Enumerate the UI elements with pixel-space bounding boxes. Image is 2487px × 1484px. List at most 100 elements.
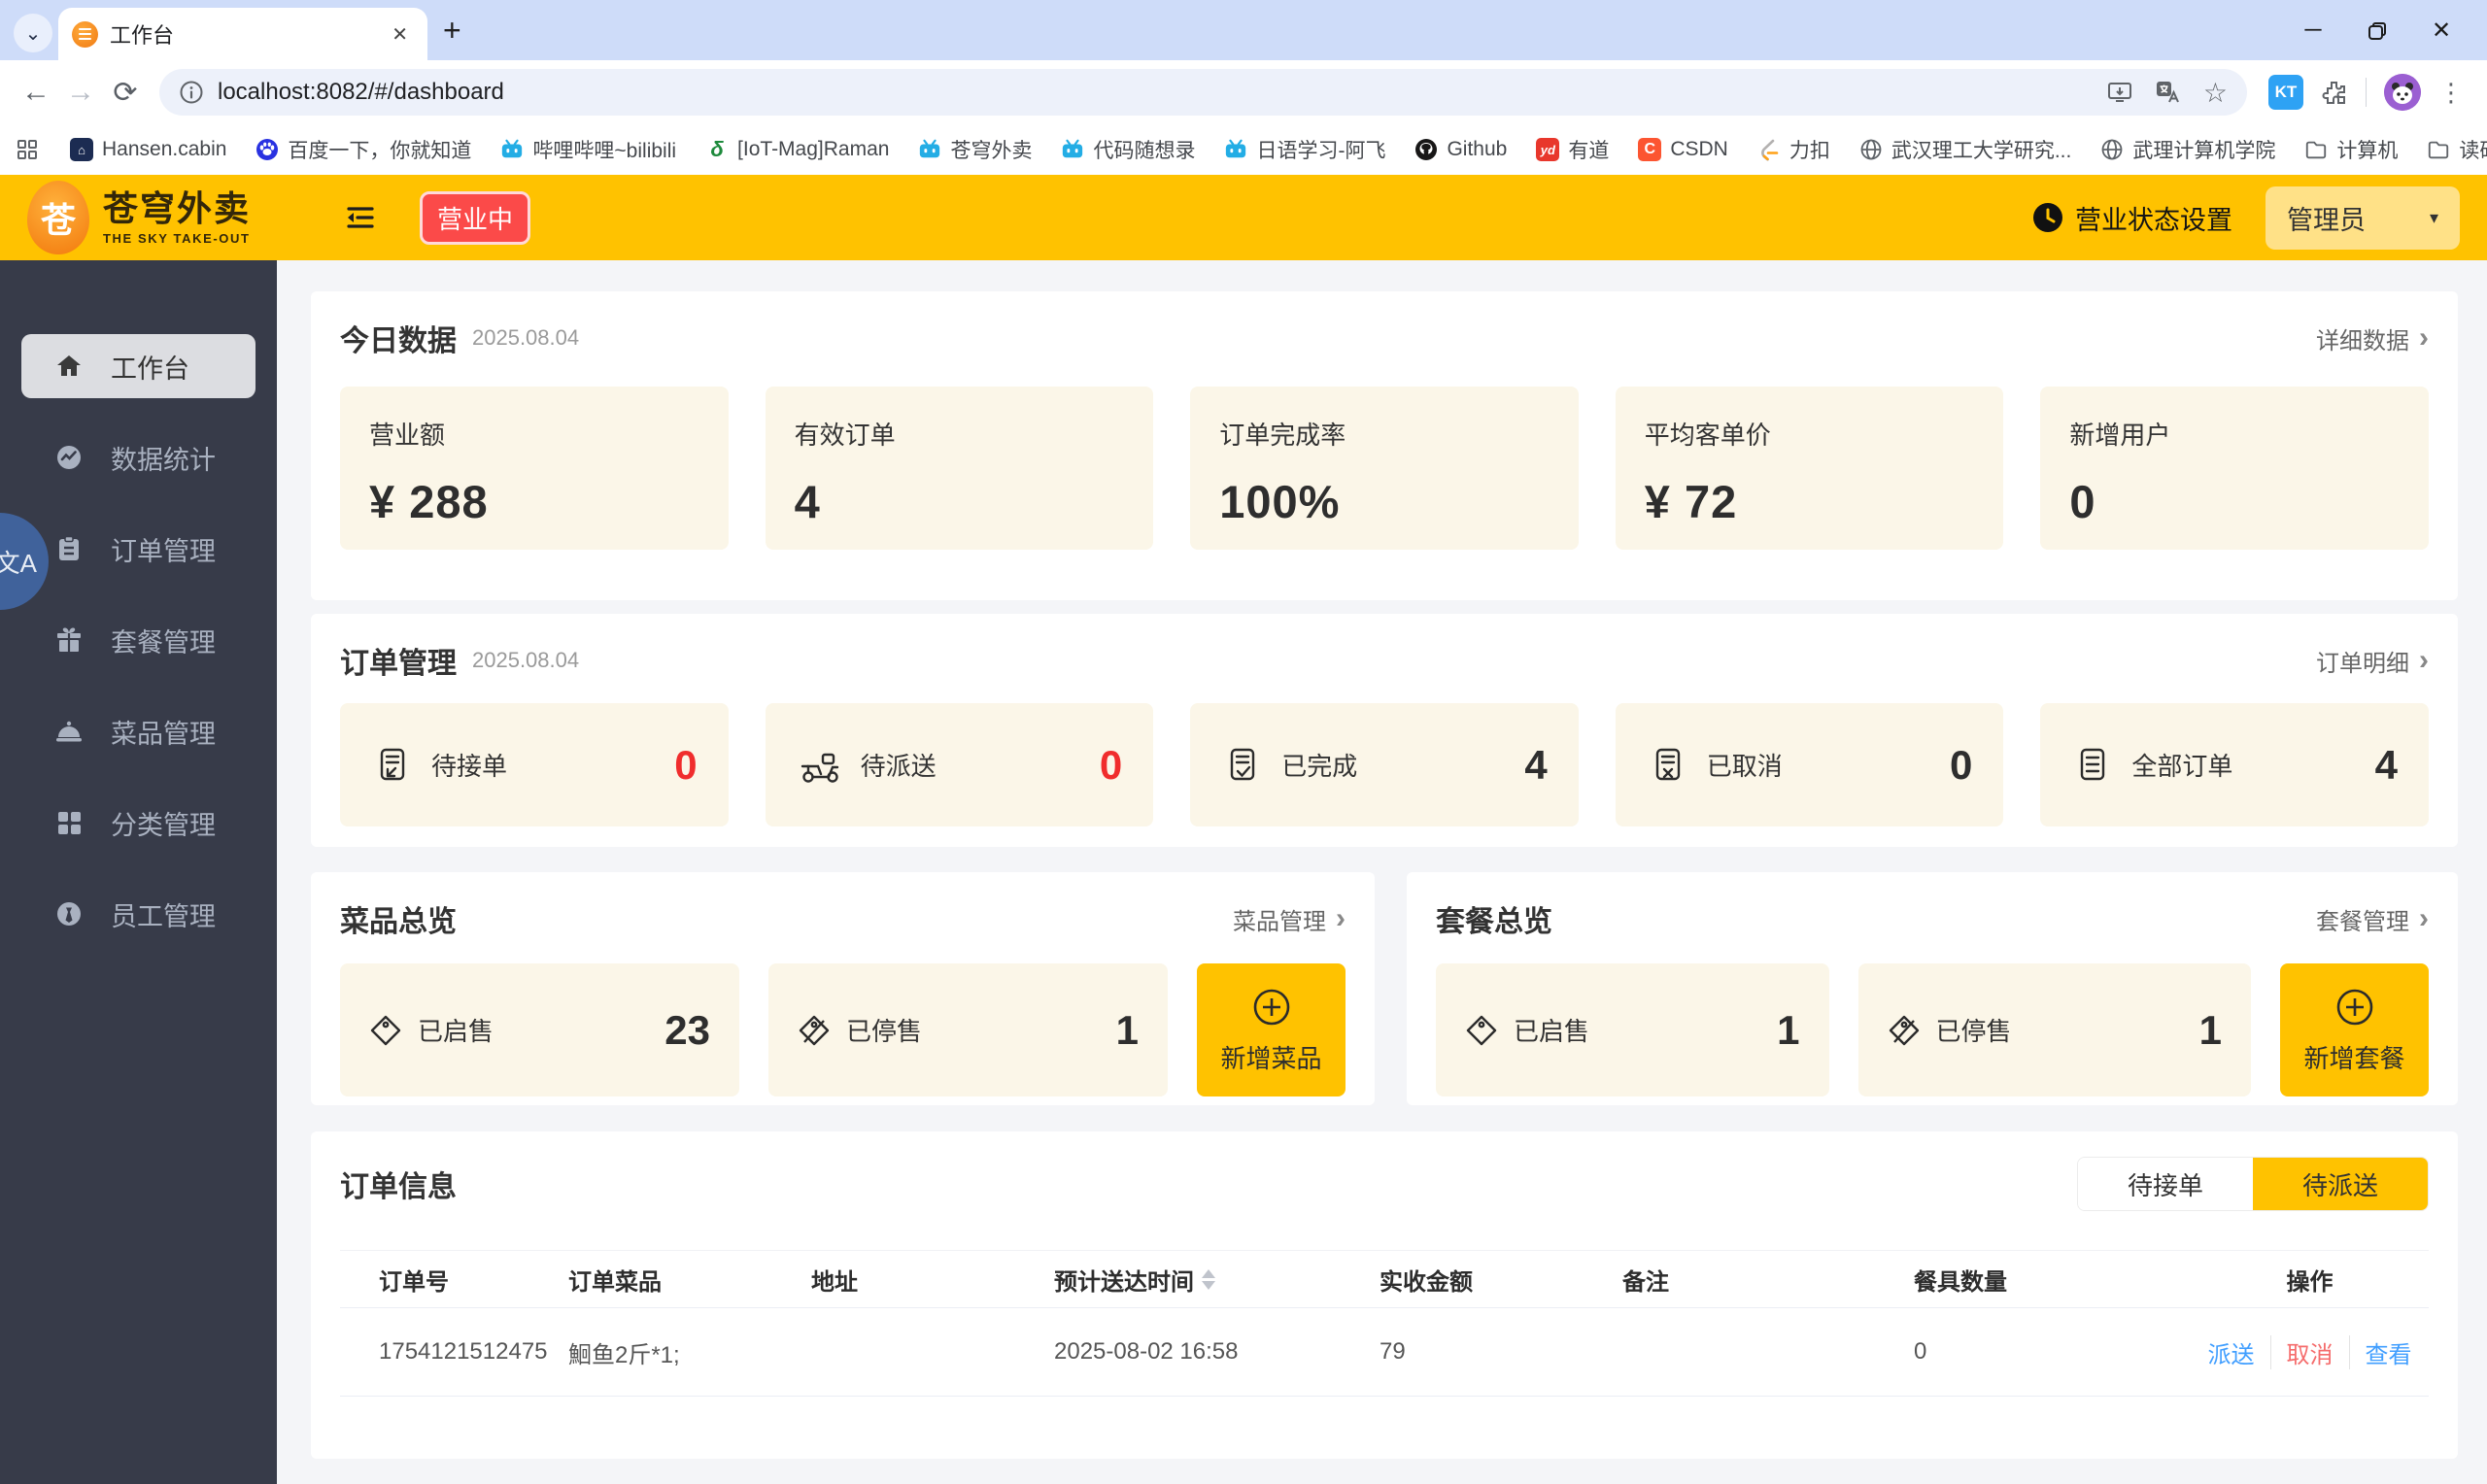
extension-kt-icon[interactable]: KT	[2268, 75, 2303, 110]
tab-favicon	[72, 20, 98, 48]
address-bar[interactable]: localhost:8082/#/dashboard ☆	[159, 69, 2247, 116]
tab-close-icon[interactable]: ✕	[386, 20, 414, 49]
tab-pending-delivery[interactable]: 待派送	[2253, 1158, 2428, 1210]
plus-circle-icon	[1253, 989, 1289, 1026]
install-app-icon[interactable]	[2106, 80, 2133, 105]
bookmark-leetcode[interactable]: 力扣	[1757, 135, 1830, 164]
reload-button[interactable]: ⟳	[103, 76, 148, 110]
add-combo-button[interactable]: 新增套餐	[2280, 963, 2429, 1096]
window-restore-button[interactable]	[2345, 17, 2409, 44]
table-row: 1754121512475 鮰鱼2斤*1; 2025-08-02 16:58 7…	[340, 1308, 2429, 1397]
doc-lines-icon	[2081, 748, 2105, 780]
bookmark-whut-graduate[interactable]: 武汉理工大学研究...	[1859, 135, 2071, 164]
combo-overview-section: 套餐总览 套餐管理 › 已启售 1 已停售 1 新增套餐	[1407, 872, 2458, 1105]
bookmark-youdao[interactable]: yd 有道	[1536, 135, 1609, 164]
profile-avatar[interactable]	[2384, 74, 2421, 111]
back-button[interactable]: ←	[14, 76, 58, 109]
combo-on-sale-card: 已启售 1	[1436, 963, 1829, 1096]
tab-pending-accept[interactable]: 待接单	[2078, 1158, 2253, 1210]
deliver-action-link[interactable]: 派送	[2193, 1335, 2270, 1369]
bookmark-sky-takeout[interactable]: 苍穹外卖	[918, 135, 1032, 164]
window-minimize-button[interactable]: ─	[2281, 17, 2345, 44]
tag-slash-icon	[1889, 1015, 1919, 1045]
chevron-right-icon: ›	[2419, 902, 2429, 934]
bookmark-wuli-cs-school[interactable]: 武理计算机学院	[2100, 135, 2275, 164]
app-header: 苍 苍穹外卖 THE SKY TAKE-OUT 营业中 营业状态设置 管理员 ▾	[0, 175, 2487, 260]
sidebar-item-categories[interactable]: 分类管理	[0, 791, 277, 855]
dish-on-sale-card: 已启售 23	[340, 963, 739, 1096]
bookmark-hansen-cabin[interactable]: ⌂ Hansen.cabin	[70, 138, 226, 161]
globe-icon	[2100, 138, 2124, 161]
browser-tab[interactable]: 工作台 ✕	[58, 8, 427, 60]
sidebar-item-employees[interactable]: 员工管理	[0, 882, 277, 946]
section-title: 订单管理	[340, 648, 457, 680]
business-status-setting[interactable]: 营业状态设置	[2032, 199, 2232, 237]
window-controls: ─ ✕	[2281, 0, 2487, 60]
sidebar-item-statistics[interactable]: 数据统计	[0, 425, 277, 489]
bookmark-daima-suixianglu[interactable]: 代码随想录	[1061, 135, 1195, 164]
extensions-puzzle-icon[interactable]	[2321, 79, 2348, 106]
section-date: 2025.08.04	[472, 325, 580, 350]
cell-amount: 79	[1380, 1338, 1406, 1365]
house-site-icon: ⌂	[70, 138, 93, 161]
sort-carets-icon[interactable]	[1202, 1268, 1215, 1290]
browser-titlebar: ⌄ 工作台 ✕ + ─ ✕	[0, 0, 2487, 60]
bookmark-star-icon[interactable]: ☆	[2203, 77, 2228, 109]
github-octocat-icon	[1414, 138, 1438, 161]
combo-off-sale-card: 已停售 1	[1857, 963, 2251, 1096]
sidebar-collapse-icon[interactable]	[344, 202, 377, 233]
site-info-icon[interactable]	[179, 80, 204, 105]
bookmark-bilibili[interactable]: 哔哩哔哩~bilibili	[500, 135, 676, 164]
section-title: 订单信息	[340, 1171, 457, 1203]
stat-card-avg-price: 平均客单价 ¥ 72	[1615, 387, 2004, 550]
sidebar-item-dishes[interactable]: 菜品管理	[0, 699, 277, 763]
cell-order-no: 1754121512475	[379, 1338, 548, 1365]
stat-card-valid-orders: 有效订单 4	[765, 387, 1154, 550]
new-tab-button[interactable]: +	[443, 13, 461, 49]
order-card-all: 全部订单 4	[2040, 703, 2429, 826]
user-menu[interactable]: 管理员 ▾	[2266, 186, 2460, 250]
folder-icon	[2427, 138, 2450, 161]
chevron-right-icon: ›	[2419, 644, 2429, 676]
bookmark-folder-graduate-study[interactable]: 读研	[2427, 135, 2487, 164]
today-detail-link[interactable]: 详细数据 ›	[2316, 321, 2429, 355]
plus-circle-icon	[2336, 989, 2372, 1026]
window-close-button[interactable]: ✕	[2409, 17, 2473, 45]
url-text: localhost:8082/#/dashboard	[218, 79, 504, 105]
bookmark-riyu-afei[interactable]: 日语学习-阿飞	[1224, 135, 1385, 164]
today-data-section: 今日数据 2025.08.04 详细数据 › 营业额 ¥ 288 有效订单 4	[311, 291, 2458, 600]
forward-button[interactable]: →	[58, 76, 103, 109]
eta-column-header[interactable]: 预计送达时间	[1054, 1263, 1380, 1297]
bookmark-github[interactable]: Github	[1414, 138, 1507, 161]
combo-management-link[interactable]: 套餐管理 ›	[2316, 902, 2429, 936]
bookmark-iot-mag-raman[interactable]: δ [IoT-Mag]Raman	[705, 137, 889, 161]
stat-card-completion-rate: 订单完成率 100%	[1190, 387, 1579, 550]
browser-toolbar: ← → ⟳ localhost:8082/#/dashboard ☆ KT ⋮	[0, 60, 2487, 124]
translate-icon[interactable]	[2155, 80, 2182, 105]
header-right: 营业状态设置 管理员 ▾	[2032, 186, 2460, 250]
tab-search-chevron-icon[interactable]: ⌄	[14, 14, 52, 52]
bookmark-csdn[interactable]: C CSDN	[1638, 138, 1728, 161]
bilibili-tv-icon	[1061, 138, 1084, 161]
bookmark-baidu[interactable]: 百度一下，你就知道	[256, 135, 471, 164]
add-dish-button[interactable]: 新增菜品	[1197, 963, 1346, 1096]
browser-menu-kebab-icon[interactable]: ⋮	[2438, 78, 2464, 108]
dish-overview-section: 菜品总览 菜品管理 › 已启售 23 已停售 1 新增菜品	[311, 872, 1375, 1105]
order-management-section: 订单管理 2025.08.04 订单明细 › 待接单 0 待派送 0 已完成 4…	[311, 614, 2458, 847]
bookmarks-bar: ⌂ Hansen.cabin 百度一下，你就知道 哔哩哔哩~bilibili δ…	[0, 124, 2487, 175]
sidebar-item-workbench[interactable]: 工作台	[21, 334, 256, 398]
dish-management-link[interactable]: 菜品管理 ›	[1233, 902, 1346, 936]
view-action-link[interactable]: 查看	[2348, 1334, 2428, 1369]
bookmark-folder-computer[interactable]: 计算机	[2304, 135, 2398, 164]
apps-grid-icon[interactable]	[16, 138, 39, 161]
bilibili-tv-icon	[1224, 138, 1247, 161]
folder-icon	[2304, 138, 2328, 161]
chevron-right-icon: ›	[2419, 321, 2429, 354]
tag-icon	[1466, 1015, 1497, 1045]
order-detail-link[interactable]: 订单明细 ›	[2316, 644, 2429, 678]
sidebar-item-combos[interactable]: 套餐管理	[0, 608, 277, 672]
section-title: 今日数据	[340, 325, 457, 357]
cancel-action-link[interactable]: 取消	[2269, 1334, 2349, 1369]
green-delta-icon: δ	[710, 137, 724, 161]
cell-dishes: 鮰鱼2斤*1;	[568, 1341, 680, 1368]
